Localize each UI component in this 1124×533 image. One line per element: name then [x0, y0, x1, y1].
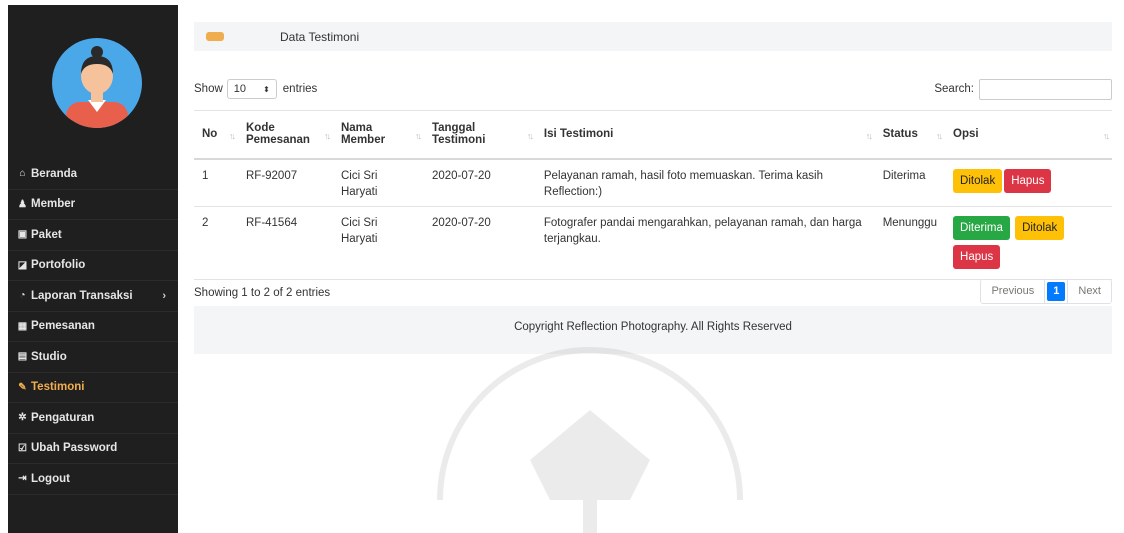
page-length-select[interactable]: 10 ⬍: [226, 79, 277, 99]
cell-isi: Fotografer pandai mengarahkan, pelayanan…: [535, 206, 875, 280]
show-label: Show: [194, 83, 223, 95]
cell-opsi: Diterima Ditolak Hapus: [945, 206, 1112, 280]
cell-opsi: Ditolak Hapus: [945, 158, 1112, 207]
sort-asc-icon: ↑↓: [228, 130, 236, 141]
cell-status: Diterima: [874, 158, 946, 207]
sidebar-item-studio[interactable]: ▤ Studio: [8, 342, 178, 373]
sidebar-toggle-button[interactable]: [206, 32, 224, 41]
sidebar-item-testimoni[interactable]: ✎ Testimoni: [8, 373, 178, 403]
column-header-kode[interactable]: Kode Pemesanan ↑↓: [237, 110, 333, 160]
app: ⌂ Beranda ♟ Member ▣ Paket ◪ Portofolio ◔ Lap…: [0, 0, 1124, 533]
footer-copyright: Copyright Reflection Photography. All Ri…: [514, 321, 792, 333]
cell-no: 2: [194, 206, 238, 280]
sort-icon: ↑↓: [1103, 130, 1110, 141]
sort-icon: ↑↓: [414, 130, 422, 141]
camera-icon: ▤: [17, 351, 28, 363]
search-input[interactable]: [979, 78, 1112, 100]
sidebar-item-label: Logout: [31, 472, 70, 485]
sidebar: ⌂ Beranda ♟ Member ▣ Paket ◪ Portofolio ◔ Lap…: [8, 5, 178, 533]
cell-kode: RF-92007: [237, 158, 333, 207]
sidebar-item-ubah-password[interactable]: ☑ Ubah Password: [8, 434, 178, 464]
gear-icon: ✲: [18, 412, 27, 424]
cell-kode: RF-41564: [237, 206, 333, 280]
edit-icon: ☑: [18, 442, 27, 454]
sidebar-item-member[interactable]: ♟ Member: [8, 190, 178, 220]
chevron-right-icon: ›: [162, 289, 166, 302]
search-label: Search:: [934, 83, 974, 95]
sidebar-item-label: Member: [31, 198, 76, 211]
select-arrows-icon: ⬍: [263, 84, 270, 94]
column-header-status[interactable]: Status ↑↓: [874, 110, 946, 160]
column-header-opsi[interactable]: Opsi ↑↓: [945, 110, 1112, 160]
page-1-button[interactable]: 1: [1047, 282, 1066, 301]
sidebar-item-logout[interactable]: ⇥ Logout: [8, 464, 178, 495]
table-controls: Show 10 ⬍ entries Search:: [194, 78, 1112, 100]
sidebar-item-label: Paket: [31, 228, 62, 241]
avatar: [52, 38, 142, 128]
table-row: 2 RF-41564 Cici Sri Haryati 2020-07-20 F…: [194, 206, 1112, 280]
column-header-nama[interactable]: Nama Member ↑↓: [332, 110, 424, 160]
cell-status: Menunggu: [874, 206, 946, 280]
page-length-control: Show 10 ⬍ entries: [194, 78, 317, 100]
top-bar: Data Testimoni: [194, 22, 1112, 51]
sidebar-item-label: Studio: [31, 350, 67, 363]
calendar-icon: ▦: [17, 320, 28, 332]
sidebar-item-label: Beranda: [31, 167, 78, 180]
sidebar-item-label: Ubah Password: [31, 442, 118, 455]
pagination: Previous 1 Next: [980, 279, 1112, 304]
table-header-row: No ↑↓ Kode Pemesanan ↑↓ Nama Member ↑↓ Tang…: [194, 110, 1112, 160]
footer: Copyright Reflection Photography. All Ri…: [194, 306, 1112, 354]
pencil-icon: ✎: [18, 381, 27, 393]
sidebar-nav: ⌂ Beranda ♟ Member ▣ Paket ◪ Portofolio ◔ Lap…: [8, 159, 178, 495]
sidebar-item-label: Pemesanan: [31, 320, 95, 333]
diterima-button[interactable]: Diterima: [953, 216, 1010, 240]
hapus-button[interactable]: Hapus: [1004, 168, 1052, 193]
sidebar-item-portofolio[interactable]: ◪ Portofolio: [8, 251, 178, 281]
home-icon: ⌂: [19, 168, 26, 180]
sort-icon: ↑↓: [526, 130, 534, 141]
sidebar-item-paket[interactable]: ▣ Paket: [8, 220, 178, 251]
entries-label: entries: [282, 83, 318, 95]
cell-nama: Cici Sri Haryati: [332, 158, 424, 207]
next-page-button[interactable]: Next: [1067, 280, 1111, 303]
sidebar-item-pengaturan[interactable]: ✲ Pengaturan: [8, 403, 178, 434]
sort-icon: ↑↓: [865, 130, 873, 141]
ditolak-button[interactable]: Ditolak: [1015, 216, 1065, 240]
receipt-icon: ◔: [19, 290, 26, 302]
search-control: Search:: [934, 78, 1112, 100]
table-row: 1 RF-92007 Cici Sri Haryati 2020-07-20 P…: [194, 158, 1112, 207]
book-icon: ◪: [17, 259, 28, 271]
sidebar-item-label: Portofolio: [31, 259, 86, 272]
column-header-no[interactable]: No ↑↓: [194, 110, 238, 160]
hapus-button[interactable]: Hapus: [953, 245, 1001, 269]
cell-nama: Cici Sri Haryati: [332, 206, 424, 280]
cell-tanggal: 2020-07-20: [423, 158, 536, 207]
table-info: Showing 1 to 2 of 2 entries: [194, 287, 331, 299]
sidebar-item-pemesanan[interactable]: ▦ Pemesanan: [8, 312, 178, 342]
page-title: Data Testimoni: [280, 29, 360, 44]
sort-icon: ↑↓: [323, 130, 331, 141]
sidebar-item-label: Pengaturan: [31, 411, 95, 424]
cell-tanggal: 2020-07-20: [423, 206, 536, 280]
sidebar-item-laporan-transaksi[interactable]: ◔ Laporan Transaksi ›: [8, 281, 178, 312]
sidebar-item-label: Laporan Transaksi: [31, 289, 133, 302]
user-icon: ♟: [18, 198, 27, 210]
ditolak-button[interactable]: Ditolak: [953, 168, 1003, 193]
sidebar-item-beranda[interactable]: ⌂ Beranda: [8, 159, 178, 190]
logout-icon: ⇥: [18, 473, 27, 485]
sidebar-item-label: Testimoni: [31, 381, 85, 394]
cell-isi: Pelayanan ramah, hasil foto memuaskan. T…: [535, 158, 875, 207]
column-header-isi[interactable]: Isi Testimoni ↑↓: [535, 110, 875, 160]
page-length-value: 10: [233, 83, 247, 95]
column-header-tanggal[interactable]: Tanggal Testimoni ↑↓: [423, 110, 536, 160]
image-icon: ▣: [17, 229, 28, 241]
cell-no: 1: [194, 158, 238, 207]
previous-page-button[interactable]: Previous: [981, 280, 1046, 303]
sort-icon: ↑↓: [936, 130, 943, 141]
testimoni-table: No ↑↓ Kode Pemesanan ↑↓ Nama Member ↑↓ Tang…: [194, 110, 1112, 280]
